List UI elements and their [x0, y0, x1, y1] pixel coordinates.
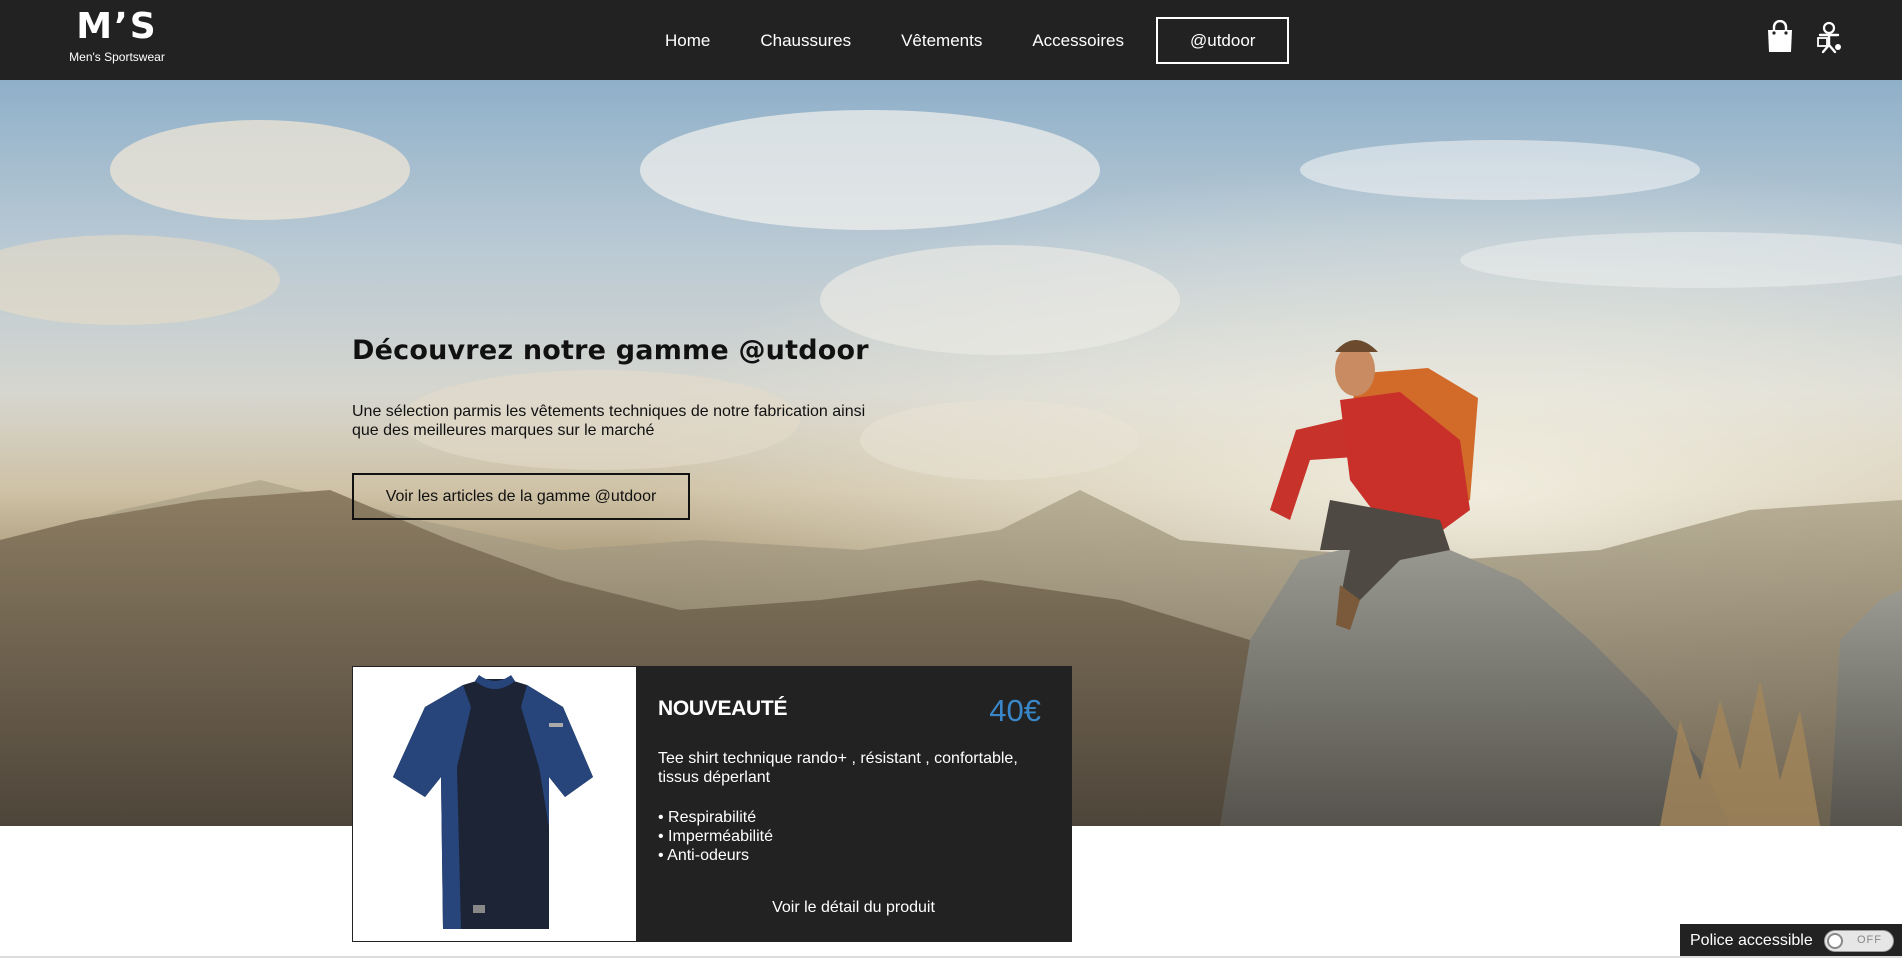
feature-item: • Anti-odeurs — [658, 847, 749, 864]
accessible-font-toggle[interactable]: OFF — [1824, 930, 1894, 952]
product-features: • Respirabilité • Imperméabilité • Anti-… — [658, 808, 773, 865]
new-product-card: NOUVEAUTÉ 40€ Tee shirt technique rando+… — [352, 666, 1072, 942]
view-outdoor-range-button[interactable]: Voir les articles de la gamme @utdoor — [352, 473, 690, 520]
main-nav: Home Chaussures Vêtements Accessoires @u… — [640, 17, 1290, 64]
nav-item-vetements[interactable]: Vêtements — [876, 17, 1007, 64]
page: M’S Men's Sportswear Home Chaussures Vêt… — [0, 0, 1902, 958]
feature-item: • Respirabilité — [658, 809, 757, 826]
brand-logo[interactable]: M’S Men's Sportswear — [62, 6, 172, 72]
logo-subtitle: Men's Sportswear — [69, 50, 165, 64]
nav-item-chaussures[interactable]: Chaussures — [735, 17, 876, 64]
shopping-bag-icon[interactable] — [1764, 19, 1796, 54]
product-card-body: NOUVEAUTÉ 40€ Tee shirt technique rando+… — [636, 667, 1071, 941]
nav-item-accessoires[interactable]: Accessoires — [1007, 17, 1149, 64]
product-image[interactable] — [353, 667, 636, 941]
accessibility-person-icon[interactable] — [1812, 20, 1844, 54]
accessible-font-label: Police accessible — [1690, 932, 1813, 949]
tshirt-image — [393, 675, 593, 929]
new-tag: NOUVEAUTÉ — [658, 697, 788, 720]
hero-description: Une sélection parmis les vêtements techn… — [352, 403, 866, 439]
nav-item-home[interactable]: Home — [640, 17, 735, 64]
toggle-knob — [1827, 933, 1843, 949]
toggle-state: OFF — [1857, 934, 1882, 946]
nav-item-outdoor[interactable]: @utdoor — [1155, 17, 1290, 64]
site-header: M’S Men's Sportswear Home Chaussures Vêt… — [0, 0, 1902, 80]
product-description: Tee shirt technique rando+ , résistant ,… — [658, 750, 1018, 786]
hero-title: Découvrez notre gamme @utdoor — [352, 335, 869, 366]
logo-mark: M’S — [76, 6, 158, 47]
view-product-detail-link[interactable]: Voir le détail du produit — [636, 899, 1071, 917]
accessible-font-widget: Police accessible OFF — [1680, 924, 1902, 958]
product-price: 40€ — [989, 693, 1041, 728]
feature-item: • Imperméabilité — [658, 828, 773, 845]
